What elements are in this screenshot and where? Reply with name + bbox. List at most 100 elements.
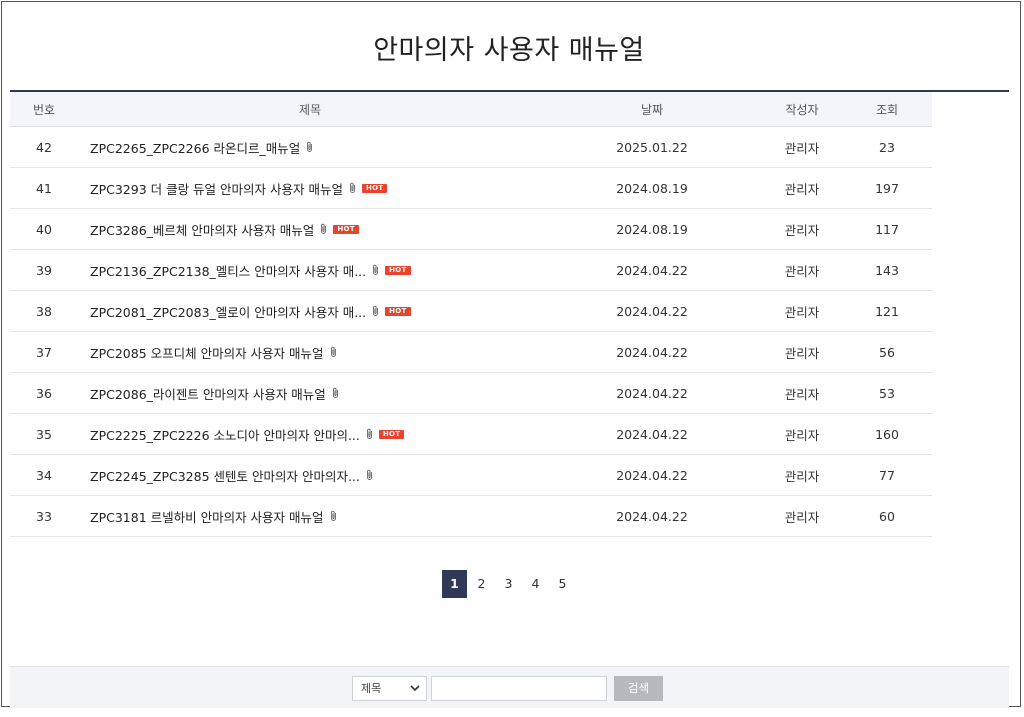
chevron-down-icon	[410, 685, 420, 692]
table-row: 37 ZPC2085 오프디체 안마의자 사용자 매뉴얼 2024.04.22 관리자…	[10, 332, 932, 373]
header-author: 작성자	[785, 102, 819, 117]
post-title-cell: ZPC3286_베르체 안마의자 사용자 매뉴얼 HOT	[78, 220, 542, 239]
attachment-icon	[366, 428, 372, 439]
page-button-3[interactable]: 3	[496, 570, 521, 598]
header-title: 제목	[298, 102, 322, 117]
search-bar: 제목 검색	[10, 666, 1009, 708]
post-views: 77	[879, 467, 895, 483]
post-title-link[interactable]: ZPC2086_라이젠트 안마의자 사용자 매뉴얼	[90, 384, 326, 403]
search-button[interactable]: 검색	[614, 676, 663, 701]
post-title-cell: ZPC2245_ZPC3285 센텐토 안마의자 안마의자...	[78, 466, 542, 485]
page-frame: 안마의자 사용자 매뉴얼 번호 제목 날짜 작성자 조회 42 ZPC2265_Z…	[1, 1, 1021, 708]
post-number: 42	[36, 139, 52, 155]
post-title-cell: ZPC2265_ZPC2266 라온디르_매뉴얼	[78, 138, 542, 157]
post-title-link[interactable]: ZPC2265_ZPC2266 라온디르_매뉴얼	[90, 138, 300, 157]
post-title-link[interactable]: ZPC2081_ZPC2083_엘로이 안마의자 사용자 매...	[90, 302, 366, 321]
page-button-2[interactable]: 2	[469, 570, 494, 598]
post-views: 160	[875, 426, 899, 442]
post-title-cell: ZPC2081_ZPC2083_엘로이 안마의자 사용자 매... HOT	[78, 302, 542, 321]
attachment-icon	[350, 182, 355, 193]
post-title-link[interactable]: ZPC2225_ZPC2226 소노디아 안마의자 안마의...	[90, 425, 360, 444]
post-title-cell: ZPC2225_ZPC2226 소노디아 안마의자 안마의... HOT	[78, 425, 542, 444]
table-row: 40 ZPC3286_베르체 안마의자 사용자 매뉴얼 HOT 2024.08.19 관…	[10, 209, 932, 250]
board-table: 번호 제목 날짜 작성자 조회 42 ZPC2265_ZPC2266 라온디르_매…	[10, 92, 932, 537]
attachment-icon	[307, 141, 313, 152]
post-number: 39	[36, 262, 52, 278]
post-title-link[interactable]: ZPC2245_ZPC3285 센텐토 안마의자 안마의자...	[90, 466, 360, 485]
attachment-icon	[330, 510, 336, 521]
post-author: 관리자	[784, 427, 820, 443]
header-views: 조회	[875, 102, 899, 117]
post-title-cell: ZPC2136_ZPC2138_멜티스 안마의자 사용자 매... HOT	[78, 261, 542, 280]
post-views: 60	[879, 508, 895, 524]
post-date: 2024.08.19	[616, 221, 688, 237]
post-author: 관리자	[784, 509, 820, 525]
post-date: 2024.04.22	[616, 344, 688, 360]
table-row: 36 ZPC2086_라이젠트 안마의자 사용자 매뉴얼 2024.04.22 관리자…	[10, 373, 932, 414]
post-date: 2024.04.22	[616, 385, 688, 401]
post-views: 121	[875, 303, 899, 319]
table-header: 번호 제목 날짜 작성자 조회	[10, 92, 932, 127]
search-input[interactable]	[431, 676, 607, 701]
post-author: 관리자	[784, 222, 820, 238]
post-views: 197	[875, 180, 899, 196]
header-date: 날짜	[640, 102, 664, 117]
pagination: 12345	[442, 570, 575, 598]
post-author: 관리자	[784, 468, 820, 484]
post-author: 관리자	[784, 263, 820, 279]
post-date: 2024.08.19	[616, 180, 688, 196]
post-title-cell: ZPC3181 르넬하비 안마의자 사용자 매뉴얼	[78, 507, 542, 526]
post-number: 37	[36, 344, 52, 360]
post-date: 2024.04.22	[616, 467, 688, 483]
post-author: 관리자	[784, 345, 820, 361]
attachment-icon	[332, 387, 338, 398]
hot-badge: HOT	[378, 429, 405, 439]
post-date: 2024.04.22	[616, 508, 688, 524]
page-button-1[interactable]: 1	[442, 570, 467, 598]
attachment-icon	[330, 346, 336, 357]
header-number: 번호	[32, 102, 56, 117]
page-button-5[interactable]: 5	[550, 570, 575, 598]
table-row: 35 ZPC2225_ZPC2226 소노디아 안마의자 안마의... HOT 202…	[10, 414, 932, 455]
table-row: 38 ZPC2081_ZPC2083_엘로이 안마의자 사용자 매... HOT 20…	[10, 291, 932, 332]
table-row: 33 ZPC3181 르넬하비 안마의자 사용자 매뉴얼 2024.04.22 관리자…	[10, 496, 932, 537]
post-views: 53	[879, 385, 895, 401]
post-number: 35	[36, 426, 52, 442]
page-button-4[interactable]: 4	[523, 570, 548, 598]
post-views: 56	[879, 344, 895, 360]
attachment-icon	[373, 305, 379, 316]
post-views: 117	[875, 221, 899, 237]
post-author: 관리자	[784, 140, 820, 156]
attachment-icon	[321, 223, 327, 234]
search-field-select-value: 제목	[361, 682, 382, 695]
search-field-select[interactable]: 제목	[352, 676, 427, 701]
post-author: 관리자	[784, 304, 820, 320]
attachment-icon	[366, 469, 372, 480]
table-row: 42 ZPC2265_ZPC2266 라온디르_매뉴얼 2025.01.22 관리자 2…	[10, 127, 932, 168]
post-views: 143	[875, 262, 899, 278]
post-title-cell: ZPC2086_라이젠트 안마의자 사용자 매뉴얼	[78, 384, 542, 403]
post-number: 40	[36, 221, 52, 237]
hot-badge: HOT	[385, 265, 411, 275]
hot-badge: HOT	[385, 306, 411, 316]
post-title-cell: ZPC3293 더 클랑 듀얼 안마의자 사용자 매뉴얼 HOT	[78, 179, 542, 198]
post-number: 33	[36, 508, 52, 524]
post-date: 2024.04.22	[616, 303, 688, 319]
post-title-cell: ZPC2085 오프디체 안마의자 사용자 매뉴얼	[78, 343, 542, 362]
post-author: 관리자	[784, 386, 820, 402]
post-views: 23	[879, 139, 895, 155]
page-title: 안마의자 사용자 매뉴얼	[373, 35, 645, 66]
post-title-link[interactable]: ZPC3293 더 클랑 듀얼 안마의자 사용자 매뉴얼	[90, 179, 343, 198]
table-row: 41 ZPC3293 더 클랑 듀얼 안마의자 사용자 매뉴얼 HOT 2024.08…	[10, 168, 932, 209]
hot-badge: HOT	[361, 183, 388, 193]
post-title-link[interactable]: ZPC2136_ZPC2138_멜티스 안마의자 사용자 매...	[90, 261, 366, 280]
post-number: 41	[36, 180, 52, 196]
post-date: 2025.01.22	[616, 139, 688, 155]
post-number: 38	[36, 303, 52, 319]
post-title-link[interactable]: ZPC3181 르넬하비 안마의자 사용자 매뉴얼	[90, 507, 324, 526]
post-title-link[interactable]: ZPC3286_베르체 안마의자 사용자 매뉴얼	[90, 220, 314, 239]
post-title-link[interactable]: ZPC2085 오프디체 안마의자 사용자 매뉴얼	[90, 343, 324, 362]
table-row: 39 ZPC2136_ZPC2138_멜티스 안마의자 사용자 매... HOT 20…	[10, 250, 932, 291]
post-date: 2024.04.22	[616, 426, 688, 442]
table-body: 42 ZPC2265_ZPC2266 라온디르_매뉴얼 2025.01.22 관리자 2…	[10, 127, 932, 537]
